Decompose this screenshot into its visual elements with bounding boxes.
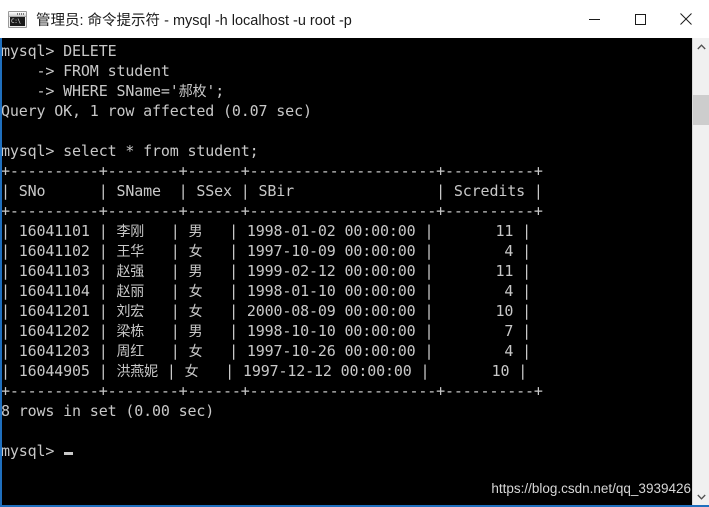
console-window: C:\ 管理员: 命令提示符 - mysql -h localhost -u r… <box>0 0 709 507</box>
terminal-text: mysql> DELETE -> FROM student -> WHERE S… <box>2 41 543 461</box>
cjk-text: 男 <box>188 224 203 240</box>
cjk-text: 梁栋 <box>116 324 145 340</box>
console-frame: mysql> DELETE -> FROM student -> WHERE S… <box>0 38 709 507</box>
title-bar[interactable]: C:\ 管理员: 命令提示符 - mysql -h localhost -u r… <box>0 0 709 38</box>
terminal-line: | 16041203 | 周红 | 女 | 1997-10-26 00:00:0… <box>2 342 532 360</box>
terminal-line: | 16044905 | 洪燕妮 | 女 | 1997-12-12 00:00:… <box>2 362 528 380</box>
close-button[interactable] <box>663 0 709 38</box>
terminal-line: +----------+--------+------+------------… <box>2 202 543 220</box>
cjk-text: 刘宏 <box>116 304 145 320</box>
block-cursor <box>64 452 74 455</box>
maximize-button[interactable] <box>617 0 663 38</box>
terminal-line: Query OK, 1 row affected (0.07 sec) <box>2 102 312 120</box>
terminal-line: mysql> DELETE <box>2 42 117 60</box>
terminal-line: mysql> <box>2 441 543 461</box>
cjk-text: 洪燕妮 <box>116 364 159 380</box>
terminal-line: -> WHERE SName='郝枚'; <box>2 82 225 100</box>
icon-screen-glyph: C:\ <box>10 16 25 26</box>
cjk-text: 郝枚 <box>178 84 207 100</box>
scrollbar-thumb[interactable] <box>693 95 709 125</box>
terminal-line: +----------+--------+------+------------… <box>2 382 543 400</box>
cjk-text: 女 <box>184 364 199 380</box>
terminal-line: | 16041102 | 王华 | 女 | 1997-10-09 00:00:0… <box>2 242 532 260</box>
terminal-line: | 16041201 | 刘宏 | 女 | 2000-08-09 00:00:0… <box>2 302 532 320</box>
vertical-scrollbar[interactable] <box>692 38 709 505</box>
cjk-text: 赵强 <box>116 264 145 280</box>
terminal-line: | 16041202 | 梁栋 | 男 | 1998-10-10 00:00:0… <box>2 322 532 340</box>
terminal-line: mysql> select * from student; <box>2 142 259 160</box>
cmd-console-icon: C:\ <box>8 10 27 28</box>
window-title: 管理员: 命令提示符 - mysql -h localhost -u root … <box>36 12 352 29</box>
cjk-text: 男 <box>188 324 203 340</box>
watermark-text: https://blog.csdn.net/qq_3939426 <box>491 481 691 496</box>
terminal-line: | 16041103 | 赵强 | 男 | 1999-02-12 00:00:0… <box>2 262 532 280</box>
chevron-up-icon[interactable] <box>693 38 709 55</box>
minimize-button[interactable] <box>571 0 617 38</box>
terminal-line: 8 rows in set (0.00 sec) <box>2 402 215 420</box>
cjk-text: 女 <box>188 284 203 300</box>
terminal-line: | SNo | SName | SSex | SBir | Scredits | <box>2 182 543 200</box>
console-output-area[interactable]: mysql> DELETE -> FROM student -> WHERE S… <box>2 38 692 505</box>
cjk-text: 周红 <box>116 344 145 360</box>
window-controls <box>571 0 709 38</box>
icon-dots <box>17 12 24 15</box>
cjk-text: 女 <box>188 344 203 360</box>
terminal-line: | 16041101 | 李刚 | 男 | 1998-01-02 00:00:0… <box>2 222 532 240</box>
terminal-line: | 16041104 | 赵丽 | 女 | 1998-01-10 00:00:0… <box>2 282 532 300</box>
cjk-text: 女 <box>188 244 203 260</box>
chevron-down-icon[interactable] <box>693 488 709 505</box>
cjk-text: 李刚 <box>116 224 145 240</box>
cjk-text: 女 <box>188 304 203 320</box>
title-bar-left: C:\ 管理员: 命令提示符 - mysql -h localhost -u r… <box>0 9 571 30</box>
cjk-text: 王华 <box>116 244 145 260</box>
terminal-line: +----------+--------+------+------------… <box>2 162 543 180</box>
cjk-text: 赵丽 <box>116 284 145 300</box>
terminal-line: -> FROM student <box>2 62 170 80</box>
cjk-text: 男 <box>188 264 203 280</box>
